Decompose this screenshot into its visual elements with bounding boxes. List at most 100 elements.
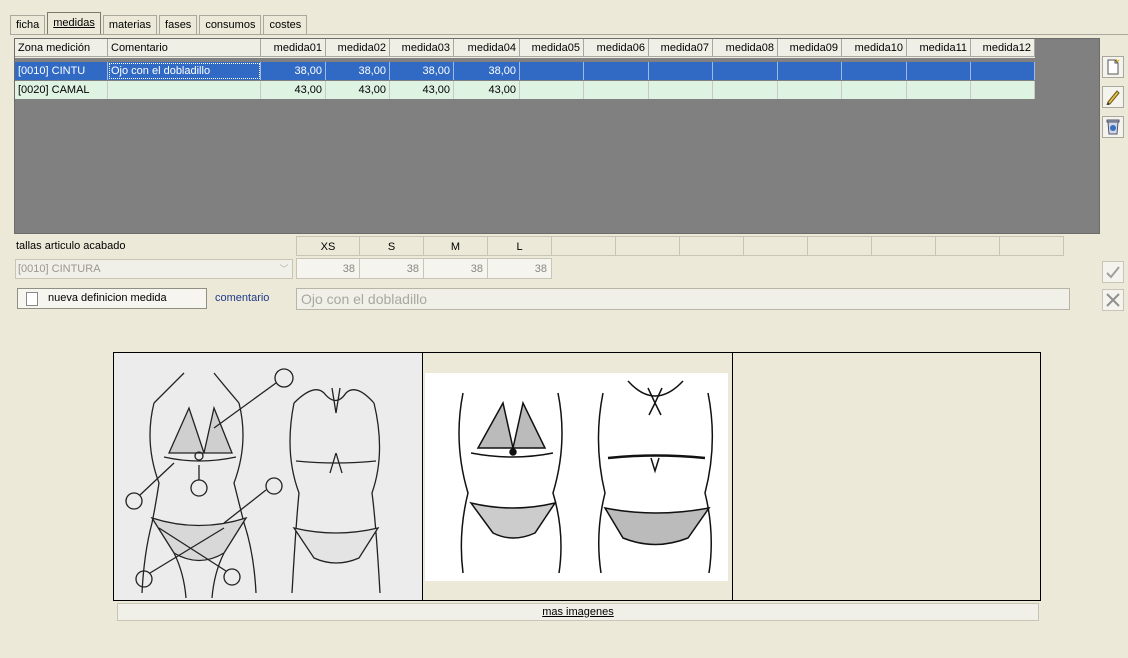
tab-ficha[interactable]: ficha — [10, 15, 46, 34]
size-header: L — [488, 236, 552, 256]
col-header-medida06[interactable]: medida06 — [584, 39, 649, 57]
col-header-medida09[interactable]: medida09 — [778, 39, 842, 57]
more-images-link[interactable]: mas imagenes — [117, 603, 1039, 621]
table-row[interactable]: [0010] CINTU Ojo con el dobladillo 38,00… — [15, 62, 1035, 80]
col-header-medida11[interactable]: medida11 — [907, 39, 971, 57]
bikini-sketch-annotated — [114, 353, 422, 600]
tab-ficha-label: ficha — [16, 19, 40, 31]
document-icon — [26, 292, 38, 306]
cell-medida[interactable] — [520, 81, 584, 99]
col-header-medida10[interactable]: medida10 — [842, 39, 907, 57]
tab-fases-label: fases — [165, 19, 192, 31]
col-header-medida05[interactable]: medida05 — [520, 39, 584, 57]
delete-icon — [1106, 119, 1120, 135]
tab-fases[interactable]: fases — [159, 15, 198, 34]
tab-costes[interactable]: costes — [263, 15, 308, 34]
cell-comentario[interactable]: Ojo con el dobladillo — [108, 62, 261, 80]
image-gallery — [113, 352, 1041, 601]
cell-medida[interactable] — [842, 62, 907, 80]
image-slot-3[interactable] — [733, 353, 1040, 600]
delete-record-button[interactable] — [1102, 116, 1124, 138]
image-slot-1[interactable] — [114, 353, 423, 600]
col-header-zona[interactable]: Zona medición — [15, 39, 108, 57]
size-header — [616, 236, 680, 256]
new-measure-definition-button[interactable]: nueva definicion medida — [17, 288, 207, 309]
more-images-label: mas imagenes — [542, 606, 614, 618]
tab-consumos[interactable]: consumos — [199, 15, 262, 34]
comment-field[interactable]: Ojo con el dobladillo — [296, 288, 1070, 310]
size-header — [1000, 236, 1064, 256]
edit-record-button[interactable] — [1102, 86, 1124, 108]
tab-materias[interactable]: materias — [102, 15, 158, 34]
confirm-button[interactable] — [1102, 261, 1124, 283]
size-value-field[interactable]: 38 — [488, 258, 552, 279]
cell-zona[interactable]: [0020] CAMAL — [15, 81, 108, 99]
tab-bar: ficha medidas materias fases consumos co… — [10, 12, 309, 34]
cell-zona[interactable]: [0010] CINTU — [15, 62, 108, 80]
new-record-button[interactable] — [1102, 56, 1124, 78]
size-header — [744, 236, 808, 256]
cell-medida[interactable]: 43,00 — [326, 81, 390, 99]
cell-medida[interactable]: 38,00 — [390, 62, 454, 80]
grid-header: Zona medición Comentario medida01 medida… — [15, 39, 1035, 58]
cell-medida[interactable]: 38,00 — [326, 62, 390, 80]
sizes-label: tallas articulo acabado — [16, 240, 126, 252]
cancel-button[interactable] — [1102, 289, 1124, 311]
col-header-comentario[interactable]: Comentario — [108, 39, 261, 57]
col-header-medida03[interactable]: medida03 — [390, 39, 454, 57]
cell-medida[interactable] — [584, 62, 649, 80]
tab-materias-label: materias — [108, 19, 152, 31]
check-icon — [1106, 266, 1120, 279]
size-value-field[interactable]: 38 — [360, 258, 424, 279]
new-document-icon — [1107, 59, 1120, 75]
cross-icon — [1106, 293, 1120, 307]
cell-medida[interactable] — [778, 81, 842, 99]
size-header: XS — [296, 236, 360, 256]
cell-medida[interactable]: 43,00 — [261, 81, 326, 99]
size-values: 38 38 38 38 — [296, 258, 552, 279]
cell-medida[interactable]: 43,00 — [390, 81, 454, 99]
col-header-medida01[interactable]: medida01 — [261, 39, 326, 57]
zone-select-value: [0010] CINTURA — [18, 263, 101, 275]
cell-medida[interactable]: 38,00 — [261, 62, 326, 80]
measurements-grid[interactable]: Zona medición Comentario medida01 medida… — [14, 38, 1100, 234]
cell-medida[interactable] — [971, 81, 1035, 99]
cell-medida[interactable] — [713, 81, 778, 99]
cell-medida[interactable] — [713, 62, 778, 80]
col-header-medida12[interactable]: medida12 — [971, 39, 1035, 57]
cell-medida[interactable] — [907, 81, 971, 99]
bikini-sketch-clean — [425, 373, 728, 581]
cell-medida[interactable] — [520, 62, 584, 80]
size-header — [872, 236, 936, 256]
new-measure-definition-label: nueva definicion medida — [48, 292, 167, 304]
cell-medida[interactable] — [778, 62, 842, 80]
col-header-medida04[interactable]: medida04 — [454, 39, 520, 57]
col-header-medida08[interactable]: medida08 — [713, 39, 778, 57]
cell-medida[interactable]: 43,00 — [454, 81, 520, 99]
cell-comentario[interactable] — [108, 81, 261, 99]
tab-consumos-label: consumos — [205, 19, 256, 31]
col-header-medida07[interactable]: medida07 — [649, 39, 713, 57]
image-slot-2[interactable] — [423, 353, 733, 600]
size-header — [680, 236, 744, 256]
cell-medida[interactable] — [584, 81, 649, 99]
cell-medida[interactable] — [842, 81, 907, 99]
sizes-header: XS S M L — [296, 236, 1064, 256]
pencil-icon — [1106, 90, 1120, 105]
size-value-field[interactable]: 38 — [296, 258, 360, 279]
size-header — [808, 236, 872, 256]
zone-select[interactable]: [0010] CINTURA ﹀ — [15, 259, 293, 279]
tab-medidas[interactable]: medidas — [47, 12, 101, 34]
cell-medida[interactable] — [971, 62, 1035, 80]
cell-medida[interactable] — [649, 62, 713, 80]
cell-medida[interactable]: 38,00 — [454, 62, 520, 80]
cell-medida[interactable] — [649, 81, 713, 99]
table-row[interactable]: [0020] CAMAL 43,00 43,00 43,00 43,00 — [15, 81, 1035, 99]
chevron-down-icon[interactable]: ﹀ — [276, 260, 292, 278]
size-value-field[interactable]: 38 — [424, 258, 488, 279]
size-header: S — [360, 236, 424, 256]
cell-medida[interactable] — [907, 62, 971, 80]
size-header: M — [424, 236, 488, 256]
tab-divider — [10, 34, 1128, 35]
col-header-medida02[interactable]: medida02 — [326, 39, 390, 57]
